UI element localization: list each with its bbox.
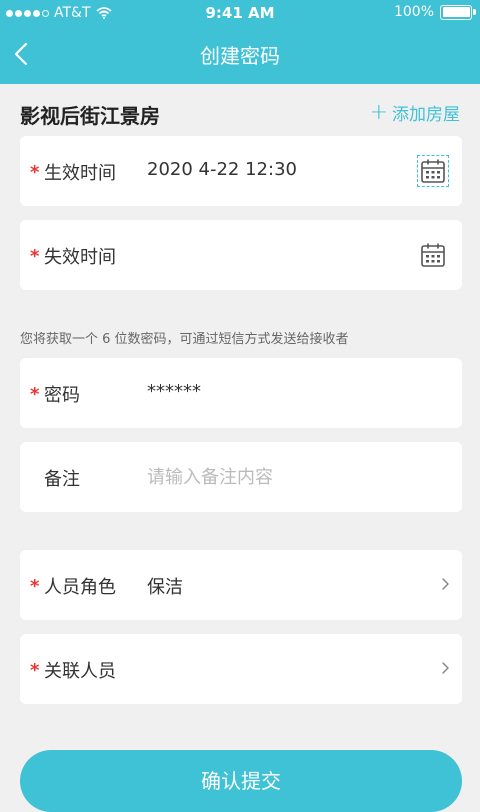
status-bar: AT&T 9:41 AM 100% [0, 0, 480, 26]
navigation-bar: 创建密码 [0, 26, 480, 84]
role-value: 保洁 [147, 577, 183, 598]
related-person-field[interactable]: * 关联人员 [20, 634, 462, 704]
chevron-right-icon [442, 662, 449, 674]
add-house-button[interactable]: + 添加房屋 [370, 100, 460, 125]
expire-time-field[interactable]: * 失效时间 [20, 220, 462, 290]
house-row: 影视后街江景房 + 添加房屋 [20, 96, 460, 130]
related-person-label: 关联人员 [44, 661, 116, 682]
submit-button[interactable]: 确认提交 [20, 750, 462, 812]
chevron-right-icon [442, 578, 449, 590]
required-asterisk: * [30, 384, 40, 405]
note-input[interactable] [147, 464, 427, 490]
required-asterisk: * [30, 660, 40, 681]
password-field: * 密码 ****** [20, 358, 462, 428]
expire-time-label: 失效时间 [44, 247, 116, 268]
house-name: 影视后街江景房 [20, 104, 160, 128]
app-header: AT&T 9:41 AM 100% 创建密码 [0, 0, 480, 84]
role-field[interactable]: * 人员角色 保洁 [20, 550, 462, 620]
note-label: 备注 [44, 469, 80, 490]
required-asterisk: * [30, 576, 40, 597]
calendar-icon[interactable] [420, 242, 446, 268]
note-field: 备注 [20, 442, 462, 512]
effective-time-field[interactable]: * 生效时间 2020 4-22 12:30 [20, 136, 462, 206]
page-title: 创建密码 [200, 44, 280, 68]
required-asterisk: * [30, 246, 40, 267]
status-right: 100% [393, 4, 476, 20]
role-label: 人员角色 [44, 577, 116, 598]
calendar-icon[interactable] [417, 155, 449, 187]
effective-time-value: 2020 4-22 12:30 [147, 159, 297, 180]
required-asterisk: * [30, 162, 40, 183]
battery-percent: 100% [393, 4, 434, 20]
password-value: ****** [147, 381, 201, 402]
password-hint: 您将获取一个 6 位数密码，可通过短信方式发送给接收者 [20, 332, 349, 347]
password-label: 密码 [44, 385, 80, 406]
add-house-label: 添加房屋 [392, 105, 460, 125]
battery-icon [440, 4, 476, 20]
effective-time-label: 生效时间 [44, 163, 116, 184]
plus-icon: + [369, 99, 388, 125]
